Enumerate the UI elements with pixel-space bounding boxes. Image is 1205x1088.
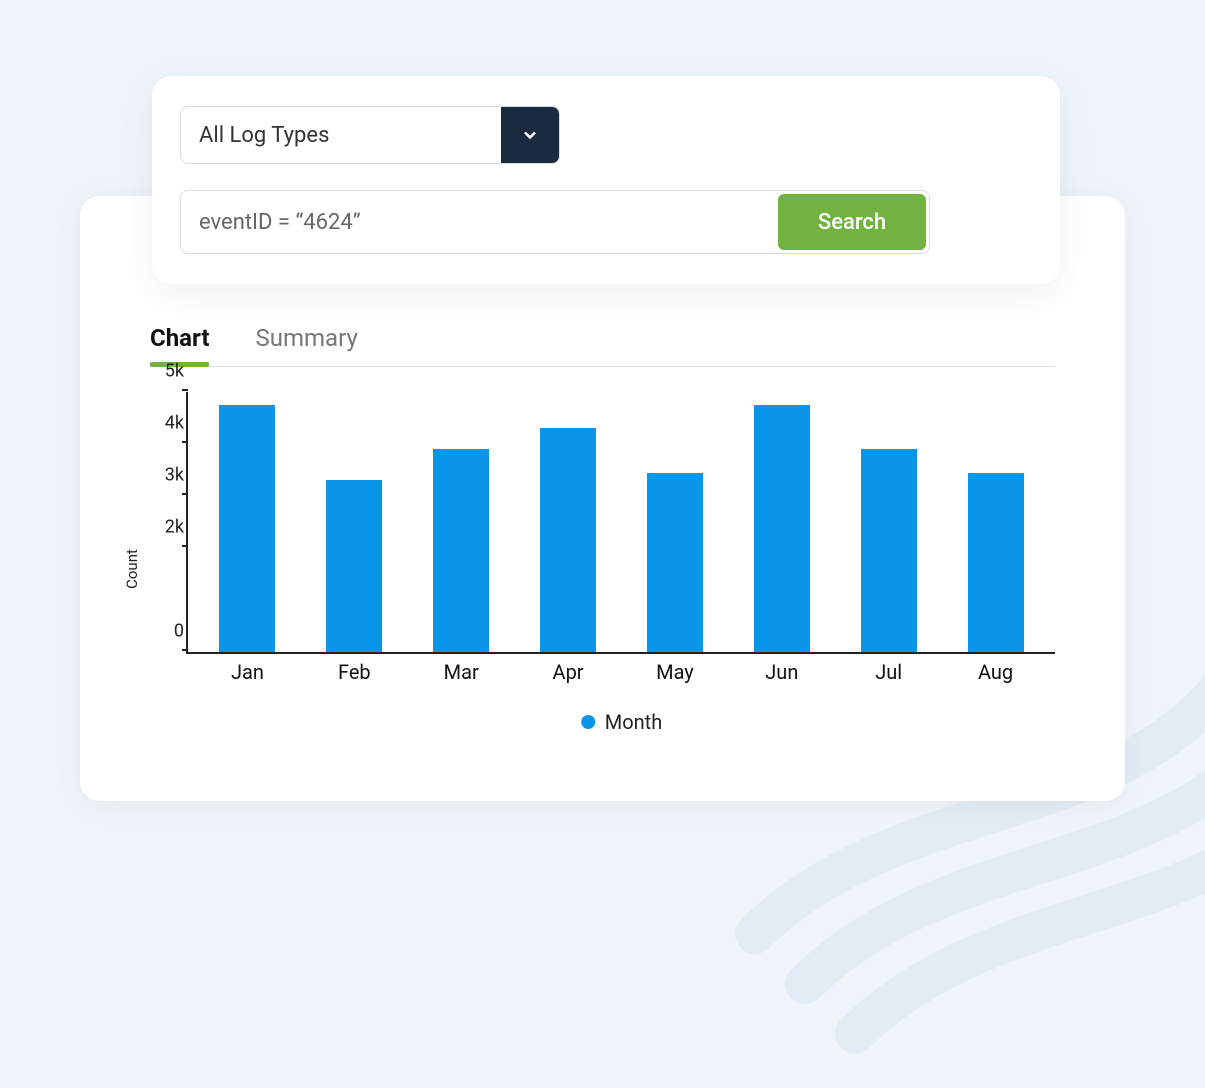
bar [754,405,810,652]
y-tick-label: 3k [144,465,184,486]
bar-column: Jun [728,392,835,652]
bar [540,428,596,652]
legend-label: Month [605,710,662,734]
chevron-down-icon[interactable] [501,107,559,163]
y-tick-label: 0 [144,621,184,642]
search-input[interactable]: eventID = “4624” [181,191,775,253]
bar [219,405,275,652]
x-tick-label: Jul [875,660,902,684]
bar [433,449,489,652]
search-row: eventID = “4624” Search [180,190,930,254]
x-tick-label: Feb [338,660,371,684]
chart-area: Count JanFebMarAprMayJunJulAug Month 02k… [150,392,1055,746]
search-panel: All Log Types eventID = “4624” Search [152,76,1060,284]
bar [968,473,1024,652]
x-tick-label: Aug [978,660,1013,684]
bar-column: Apr [515,392,622,652]
plot: JanFebMarAprMayJunJulAug Month 02k3k4k5k [186,392,1055,654]
x-tick-label: May [656,660,694,684]
chart-panel: Chart Summary Count JanFebMarAprMayJunJu… [80,196,1125,801]
y-axis-label: Count [123,549,141,589]
tabs: Chart Summary [150,324,1055,367]
bar-column: Mar [408,392,515,652]
y-tick-mark [182,545,188,547]
bars-container: JanFebMarAprMayJunJulAug [188,392,1055,652]
bar [647,473,703,652]
y-tick-mark [182,649,188,651]
x-tick-label: Jan [231,660,264,684]
bar-column: Jul [835,392,942,652]
log-type-dropdown[interactable]: All Log Types [180,106,560,164]
bar-column: Aug [942,392,1049,652]
tab-summary[interactable]: Summary [255,324,357,366]
legend: Month [581,710,662,734]
y-tick-label: 4k [144,413,184,434]
bar-column: Jan [194,392,301,652]
x-tick-label: Apr [553,660,584,684]
dropdown-label: All Log Types [181,107,501,163]
search-button[interactable]: Search [778,194,926,250]
y-tick-label: 5k [144,361,184,382]
bar-column: Feb [301,392,408,652]
y-tick-label: 2k [144,517,184,538]
x-tick-label: Jun [765,660,798,684]
bar [326,480,382,652]
x-tick-label: Mar [444,660,479,684]
y-tick-mark [182,441,188,443]
legend-dot-icon [581,715,595,729]
y-tick-mark [182,389,188,391]
bar [861,449,917,652]
y-tick-mark [182,493,188,495]
bar-column: May [622,392,729,652]
